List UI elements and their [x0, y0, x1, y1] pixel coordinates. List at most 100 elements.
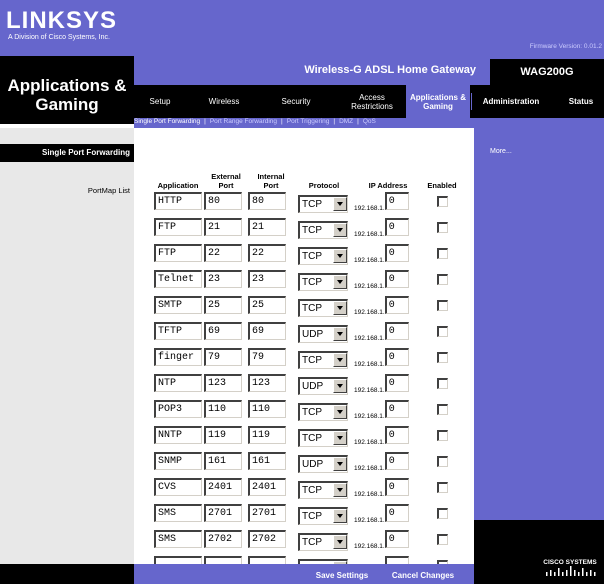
chevron-down-icon[interactable] — [333, 457, 347, 471]
enabled-checkbox[interactable] — [436, 274, 448, 285]
ip-last-octet-input[interactable]: 0 — [384, 477, 409, 496]
tab-applications-gaming[interactable]: Applications & Gaming — [406, 85, 470, 118]
internal-port-input[interactable]: 110 — [248, 399, 286, 418]
internal-port-input[interactable]: 2701 — [248, 503, 286, 522]
ip-last-octet-input[interactable]: 0 — [384, 191, 409, 210]
chevron-down-icon[interactable] — [333, 509, 347, 523]
enabled-checkbox[interactable] — [436, 378, 448, 389]
protocol-select[interactable]: TCP — [298, 428, 348, 447]
chevron-down-icon[interactable] — [333, 275, 347, 289]
protocol-select[interactable]: TCP — [298, 532, 348, 551]
enabled-checkbox[interactable] — [436, 352, 448, 363]
protocol-select[interactable]: TCP — [298, 272, 348, 291]
internal-port-input[interactable]: 69 — [248, 321, 286, 340]
external-port-input[interactable]: 79 — [204, 347, 242, 366]
protocol-select[interactable]: TCP — [298, 246, 348, 265]
application-name-input[interactable]: CVS — [154, 477, 202, 496]
ip-last-octet-input[interactable]: 0 — [384, 503, 409, 522]
enabled-checkbox[interactable] — [436, 248, 448, 259]
external-port-input[interactable]: 2401 — [204, 477, 242, 496]
tab-wireless[interactable]: Wireless — [196, 85, 252, 118]
chevron-down-icon[interactable] — [333, 535, 347, 549]
protocol-select[interactable]: TCP — [298, 506, 348, 525]
application-name-input[interactable]: Telnet — [154, 269, 202, 288]
protocol-select[interactable]: UDP — [298, 376, 348, 395]
chevron-down-icon[interactable] — [333, 223, 347, 237]
ip-last-octet-input[interactable]: 0 — [384, 425, 409, 444]
application-name-input[interactable]: finger — [154, 347, 202, 366]
external-port-input[interactable]: 21 — [204, 217, 242, 236]
internal-port-input[interactable]: 119 — [248, 425, 286, 444]
enabled-checkbox[interactable] — [436, 430, 448, 441]
external-port-input[interactable]: 22 — [204, 243, 242, 262]
internal-port-input[interactable]: 22 — [248, 243, 286, 262]
chevron-down-icon[interactable] — [333, 379, 347, 393]
protocol-select[interactable]: UDP — [298, 454, 348, 473]
chevron-down-icon[interactable] — [333, 249, 347, 263]
ip-last-octet-input[interactable]: 0 — [384, 399, 409, 418]
application-name-input[interactable]: SNMP — [154, 451, 202, 470]
enabled-checkbox[interactable] — [436, 222, 448, 233]
chevron-down-icon[interactable] — [333, 431, 347, 445]
subtab-port-range-forwarding[interactable]: Port Range Forwarding — [210, 118, 277, 125]
enabled-checkbox[interactable] — [436, 482, 448, 493]
chevron-down-icon[interactable] — [333, 327, 347, 341]
ip-last-octet-input[interactable]: 0 — [384, 529, 409, 548]
protocol-select[interactable]: TCP — [298, 298, 348, 317]
subtab-dmz[interactable]: DMZ — [339, 118, 353, 125]
protocol-select[interactable]: TCP — [298, 402, 348, 421]
enabled-checkbox[interactable] — [436, 300, 448, 311]
enabled-checkbox[interactable] — [436, 534, 448, 545]
tab-access-restrictions[interactable]: Access Restrictions — [340, 85, 404, 118]
chevron-down-icon[interactable] — [333, 405, 347, 419]
internal-port-input[interactable]: 2702 — [248, 529, 286, 548]
application-name-input[interactable]: TFTP — [154, 321, 202, 340]
chevron-down-icon[interactable] — [333, 197, 347, 211]
subtab-single-port-forwarding[interactable]: Single Port Forwarding — [134, 118, 200, 125]
external-port-input[interactable]: 2701 — [204, 503, 242, 522]
protocol-select[interactable]: TCP — [298, 350, 348, 369]
application-name-input[interactable]: FTP — [154, 217, 202, 236]
enabled-checkbox[interactable] — [436, 196, 448, 207]
internal-port-input[interactable]: 123 — [248, 373, 286, 392]
internal-port-input[interactable]: 79 — [248, 347, 286, 366]
application-name-input[interactable]: POP3 — [154, 399, 202, 418]
ip-last-octet-input[interactable]: 0 — [384, 269, 409, 288]
save-settings-button[interactable]: Save Settings — [306, 568, 378, 584]
subtab-qos[interactable]: QoS — [363, 118, 376, 125]
external-port-input[interactable]: 80 — [204, 191, 242, 210]
protocol-select[interactable]: TCP — [298, 480, 348, 499]
external-port-input[interactable]: 25 — [204, 295, 242, 314]
protocol-select[interactable]: TCP — [298, 220, 348, 239]
application-name-input[interactable]: HTTP — [154, 191, 202, 210]
internal-port-input[interactable]: 23 — [248, 269, 286, 288]
protocol-select[interactable]: UDP — [298, 324, 348, 343]
enabled-checkbox[interactable] — [436, 508, 448, 519]
internal-port-input[interactable]: 25 — [248, 295, 286, 314]
tab-administration[interactable]: Administration — [472, 85, 550, 118]
application-name-input[interactable]: NNTP — [154, 425, 202, 444]
cancel-changes-button[interactable]: Cancel Changes — [382, 568, 464, 584]
ip-last-octet-input[interactable]: 0 — [384, 321, 409, 340]
ip-last-octet-input[interactable]: 0 — [384, 243, 409, 262]
external-port-input[interactable]: 123 — [204, 373, 242, 392]
more-link[interactable]: More... — [490, 148, 512, 155]
tab-status[interactable]: Status — [558, 85, 604, 118]
enabled-checkbox[interactable] — [436, 456, 448, 467]
application-name-input[interactable]: SMS — [154, 503, 202, 522]
external-port-input[interactable]: 2702 — [204, 529, 242, 548]
ip-last-octet-input[interactable]: 0 — [384, 347, 409, 366]
ip-last-octet-input[interactable]: 0 — [384, 373, 409, 392]
internal-port-input[interactable]: 161 — [248, 451, 286, 470]
external-port-input[interactable]: 110 — [204, 399, 242, 418]
chevron-down-icon[interactable] — [333, 353, 347, 367]
external-port-input[interactable]: 119 — [204, 425, 242, 444]
external-port-input[interactable]: 161 — [204, 451, 242, 470]
tab-setup[interactable]: Setup — [134, 85, 186, 118]
protocol-select[interactable]: TCP — [298, 194, 348, 213]
ip-last-octet-input[interactable]: 0 — [384, 295, 409, 314]
chevron-down-icon[interactable] — [333, 301, 347, 315]
internal-port-input[interactable]: 80 — [248, 191, 286, 210]
application-name-input[interactable]: SMS — [154, 529, 202, 548]
chevron-down-icon[interactable] — [333, 483, 347, 497]
